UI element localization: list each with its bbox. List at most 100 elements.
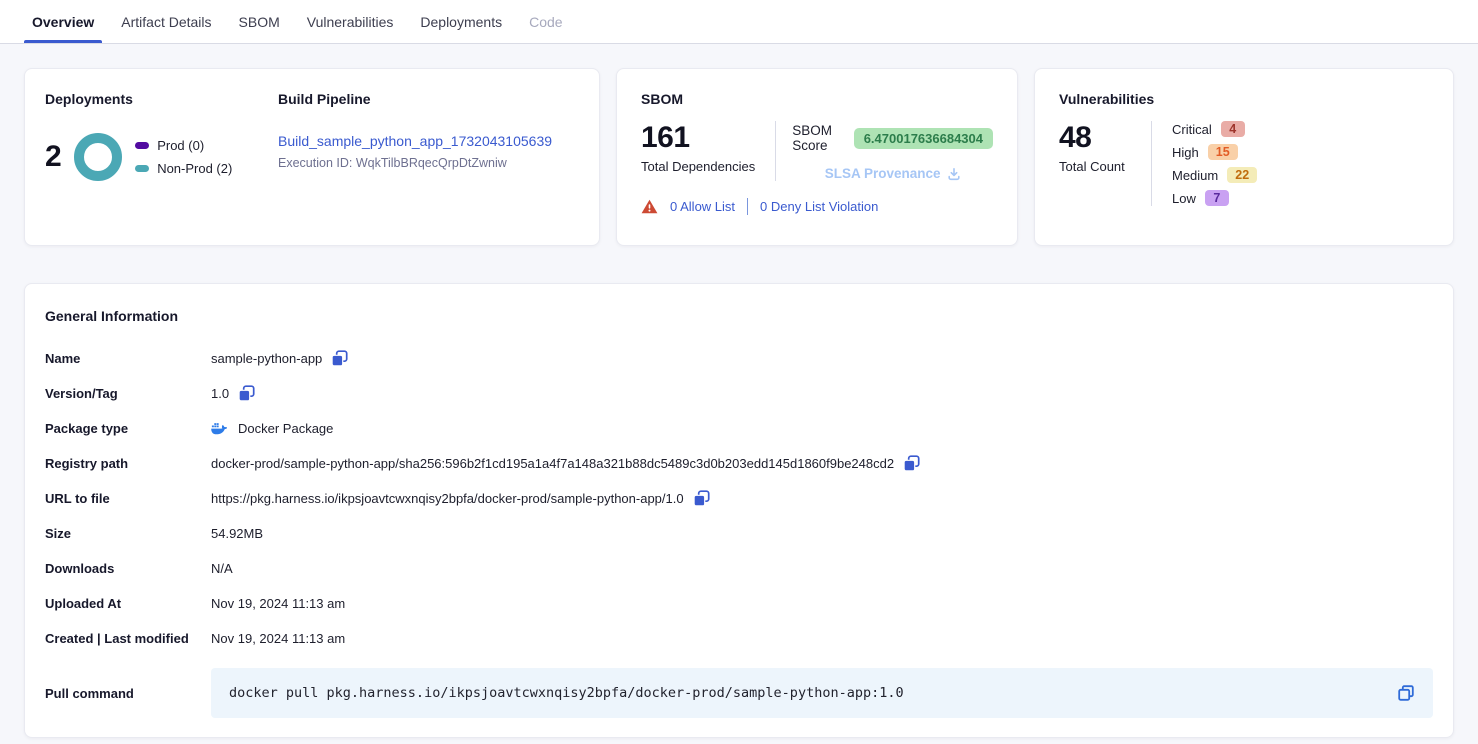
build-pipeline-section: Build Pipeline Build_sample_python_app_1… (278, 91, 579, 223)
sbom-policy-links: 0 Allow List 0 Deny List Violation (641, 198, 993, 215)
severity-medium-count-badge: 22 (1227, 167, 1257, 183)
tab-vulnerabilities[interactable]: Vulnerabilities (307, 0, 394, 43)
tab-deployments-label: Deployments (420, 14, 502, 30)
sbom-links-divider (747, 198, 748, 215)
row-url-to-file: URL to file https://pkg.harness.io/ikpsj… (45, 481, 1433, 516)
artifact-name-value: sample-python-app (211, 351, 322, 366)
tab-sbom[interactable]: SBOM (239, 0, 280, 43)
general-information-card: General Information Name sample-python-a… (24, 283, 1454, 738)
row-size: Size 54.92MB (45, 516, 1433, 551)
copy-pull-command-button[interactable] (1397, 684, 1415, 702)
artifact-overview-page: Overview Artifact Details SBOM Vulnerabi… (0, 0, 1478, 744)
tab-overview-label: Overview (32, 14, 94, 30)
row-package-type-label: Package type (45, 421, 211, 436)
sbom-card: SBOM 161 Total Dependencies SBOM Score 6… (616, 68, 1018, 246)
deny-list-violation-link[interactable]: 0 Deny List Violation (760, 199, 878, 214)
copy-icon (331, 350, 348, 367)
general-information-title: General Information (45, 308, 1433, 324)
pull-command-box: docker pull pkg.harness.io/ikpsjoavtcwxn… (211, 668, 1433, 718)
severity-critical-count-badge: 4 (1221, 121, 1245, 137)
copy-url-button[interactable] (693, 490, 710, 507)
vulnerabilities-total-count: 48 (1059, 121, 1151, 155)
copy-outline-icon (1397, 684, 1415, 702)
registry-path-value: docker-prod/sample-python-app/sha256:596… (211, 456, 894, 471)
severity-critical-label: Critical (1172, 122, 1212, 137)
tab-sbom-label: SBOM (239, 14, 280, 30)
copy-icon (693, 490, 710, 507)
slsa-provenance-label: SLSA Provenance (825, 166, 941, 181)
allow-list-link[interactable]: 0 Allow List (670, 199, 735, 214)
warning-triangle-icon (641, 199, 658, 214)
row-downloads: Downloads N/A (45, 551, 1433, 586)
tab-vulnerabilities-label: Vulnerabilities (307, 14, 394, 30)
severity-row-high: High 15 (1172, 144, 1257, 160)
sbom-score-block: SBOM Score 6.470017636684304 SLSA Proven… (776, 121, 993, 181)
slsa-provenance-link[interactable]: SLSA Provenance (825, 166, 961, 181)
summary-cards-row: Deployments 2 Prod (0) Non-Prod (2) (24, 68, 1454, 246)
row-registry-path: Registry path docker-prod/sample-python-… (45, 446, 1433, 481)
non-prod-legend-marker (135, 165, 149, 172)
download-icon (947, 167, 961, 181)
vulnerabilities-divider (1151, 121, 1152, 206)
row-downloads-label: Downloads (45, 561, 211, 576)
deployments-section: Deployments 2 Prod (0) Non-Prod (2) (45, 91, 278, 223)
version-tag-value: 1.0 (211, 386, 229, 401)
copy-name-button[interactable] (331, 350, 348, 367)
tab-artifact-details-label: Artifact Details (121, 14, 211, 30)
non-prod-legend-label: Non-Prod (2) (157, 161, 232, 176)
package-type-value: Docker Package (238, 421, 333, 436)
execution-id-text: Execution ID: WqkTilbBRqecQrpDtZwniw (278, 156, 579, 170)
deployments-total-count: 2 (45, 140, 61, 174)
build-pipeline-title: Build Pipeline (278, 91, 579, 107)
vulnerabilities-card-title: Vulnerabilities (1059, 91, 1429, 107)
severity-row-critical: Critical 4 (1172, 121, 1257, 137)
copy-icon (238, 385, 255, 402)
row-pull-command-label: Pull command (45, 686, 211, 701)
size-value: 54.92MB (211, 526, 263, 541)
tab-overview[interactable]: Overview (32, 0, 94, 43)
prod-legend-marker (135, 142, 149, 149)
row-registry-path-label: Registry path (45, 456, 211, 471)
severity-medium-label: Medium (1172, 168, 1218, 183)
vulnerabilities-total-label: Total Count (1059, 159, 1151, 174)
copy-version-button[interactable] (238, 385, 255, 402)
row-name: Name sample-python-app (45, 341, 1433, 376)
severity-high-label: High (1172, 145, 1199, 160)
docker-whale-icon (211, 422, 227, 435)
sbom-total-count: 161 (641, 121, 755, 155)
tab-deployments[interactable]: Deployments (420, 0, 502, 43)
downloads-value: N/A (211, 561, 233, 576)
build-pipeline-link[interactable]: Build_sample_python_app_1732043105639 (278, 133, 579, 149)
row-package-type: Package type Docker Package (45, 411, 1433, 446)
row-version-tag: Version/Tag 1.0 (45, 376, 1433, 411)
row-created-modified-label: Created | Last modified (45, 631, 211, 646)
sbom-total-label: Total Dependencies (641, 159, 755, 174)
tab-bar: Overview Artifact Details SBOM Vulnerabi… (0, 0, 1478, 44)
legend-item-non-prod: Non-Prod (2) (135, 161, 232, 176)
row-uploaded-at: Uploaded At Nov 19, 2024 11:13 am (45, 586, 1433, 621)
url-to-file-value: https://pkg.harness.io/ikpsjoavtcwxnqisy… (211, 491, 684, 506)
pull-command-text: docker pull pkg.harness.io/ikpsjoavtcwxn… (229, 685, 904, 701)
deployments-card-title: Deployments (45, 91, 278, 107)
severity-high-count-badge: 15 (1208, 144, 1238, 160)
severity-row-medium: Medium 22 (1172, 167, 1257, 183)
created-modified-value: Nov 19, 2024 11:13 am (211, 631, 345, 646)
row-url-to-file-label: URL to file (45, 491, 211, 506)
deployments-legend: Prod (0) Non-Prod (2) (135, 138, 232, 176)
vulnerabilities-total-block: 48 Total Count (1059, 121, 1151, 206)
row-uploaded-at-label: Uploaded At (45, 596, 211, 611)
tab-artifact-details[interactable]: Artifact Details (121, 0, 211, 43)
sbom-total-block: 161 Total Dependencies (641, 121, 776, 181)
row-created-modified: Created | Last modified Nov 19, 2024 11:… (45, 621, 1433, 656)
prod-legend-label: Prod (0) (157, 138, 204, 153)
sbom-card-title: SBOM (641, 91, 993, 107)
tab-code-label: Code (529, 14, 562, 30)
tab-code: Code (529, 0, 562, 43)
sbom-score-badge: 6.470017636684304 (854, 128, 993, 149)
copy-registry-path-button[interactable] (903, 455, 920, 472)
row-version-tag-label: Version/Tag (45, 386, 211, 401)
vulnerabilities-card: Vulnerabilities 48 Total Count Critical … (1034, 68, 1454, 246)
row-pull-command: Pull command docker pull pkg.harness.io/… (45, 668, 1433, 718)
severity-row-low: Low 7 (1172, 190, 1257, 206)
row-name-label: Name (45, 351, 211, 366)
